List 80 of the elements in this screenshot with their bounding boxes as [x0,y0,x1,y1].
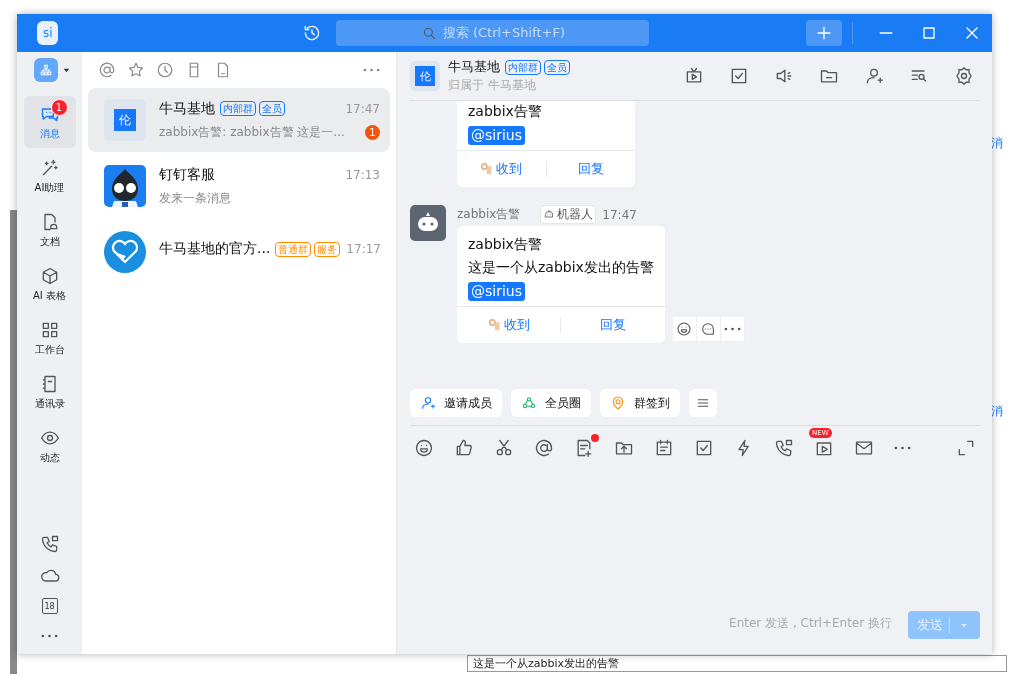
message-text: zabbix告警 [468,236,542,254]
tag: 内部群 [505,59,541,75]
people-circle-button[interactable]: 全员圈 [511,389,591,417]
reply-button[interactable]: 回复 [546,159,635,179]
add-user-icon [420,395,436,411]
nav-item[interactable]: AI 表格 [23,258,76,310]
tag: 全员 [544,59,570,75]
conversation-name: 牛马基地的官方... [159,240,271,258]
chat-subtitle: 归属于 牛马基地 [448,77,537,94]
add-button[interactable] [806,20,843,46]
chat-title: 牛马基地 [448,58,500,76]
thumbs-up-icon[interactable] [454,438,474,458]
group-avatar: 伦 [410,61,440,91]
settings-icon[interactable] [954,66,974,86]
conversation-name: 牛马基地 [159,99,215,118]
phone-icon[interactable] [774,438,794,458]
star-icon[interactable] [127,61,145,79]
location-pin-button[interactable]: 群签到 [600,389,680,417]
unread-badge: 1 [365,124,380,140]
background-label: 消 [991,403,1003,420]
add-user-icon[interactable] [864,66,884,86]
nav-item[interactable]: 工作台 [23,312,76,364]
scrollbar[interactable] [10,210,17,674]
bot-label: 机器人 [557,206,594,223]
more-icon[interactable] [894,446,911,450]
conversation-item[interactable]: 伦 牛马基地 内部群 全员 17:47 zabbix告警: zabbix告警 这是一... 1 [88,88,390,152]
menu-button[interactable] [689,389,717,417]
unread-badge: 1 [50,99,68,116]
chat-bubble-icon [700,321,717,337]
calendar-icon[interactable]: 18 [41,598,58,614]
phone-icon[interactable] [39,534,60,554]
at-sign-icon[interactable] [98,61,116,79]
add-reaction-button[interactable] [672,317,697,341]
tv-icon[interactable] [684,66,704,86]
background-label: 消 [991,135,1003,152]
tag: 全员 [259,101,285,116]
message-text: zabbix告警 [468,103,542,121]
mention[interactable]: @sirius [468,282,525,301]
received-button[interactable]: 收到 [457,315,561,335]
at-sign-icon[interactable] [534,438,554,458]
nav-item[interactable]: 文档 [23,204,76,256]
tag: 内部群 [220,101,256,116]
robot-icon [410,205,446,241]
mention[interactable]: @sirius [468,126,525,145]
nav-item[interactable]: 消息 1 [23,96,76,148]
app-logo[interactable]: si [37,21,59,45]
message-time: 17:47 [602,207,637,222]
group-avatar: 伦 [104,99,146,141]
clock-icon[interactable] [156,61,174,79]
checkbox-icon[interactable] [694,438,714,458]
message-preview: zabbix告警: zabbix告警 这是一... [159,123,345,141]
message-preview: 发来一条消息 [159,189,231,207]
tag: 普通群 [275,241,312,257]
message-text: 这是一个从zabbix发出的告警 [468,259,654,277]
emoji-icon[interactable] [414,438,434,458]
checkbox-icon[interactable] [729,66,749,86]
reply-button[interactable]: 回复 [561,315,665,335]
conversation-item[interactable]: 钉钉客服 17:13 发来一条消息 [88,154,390,218]
conversation-time: 17:17 [346,242,381,256]
received-button[interactable]: 收到 [457,159,546,179]
sender-name: zabbix告警 [457,206,521,223]
more-icon[interactable] [41,634,58,638]
conversation-name: 钉钉客服 [159,165,215,184]
expand-icon[interactable] [956,438,976,458]
more-icon[interactable] [363,68,380,72]
conversation-time: 17:47 [345,101,380,116]
scissors-icon[interactable] [494,438,514,458]
conversation-time: 17:13 [345,167,380,182]
heart-logo-icon [104,231,146,273]
location-pin-icon [610,395,626,411]
emoji-icon [676,321,693,337]
robot-icon [543,208,556,221]
nav-item[interactable]: AI助理 [23,150,76,202]
conversation-item[interactable]: 牛马基地的官方... 普通群 服务 17:17 [88,220,390,284]
more-icon [723,327,741,331]
tag: 服务 [314,241,341,257]
nav-item[interactable]: 通讯录 [23,366,76,418]
nav-item[interactable]: 动态 [23,420,76,472]
add-user-button[interactable]: 邀请成员 [410,389,502,417]
calendar-icon[interactable] [654,438,674,458]
